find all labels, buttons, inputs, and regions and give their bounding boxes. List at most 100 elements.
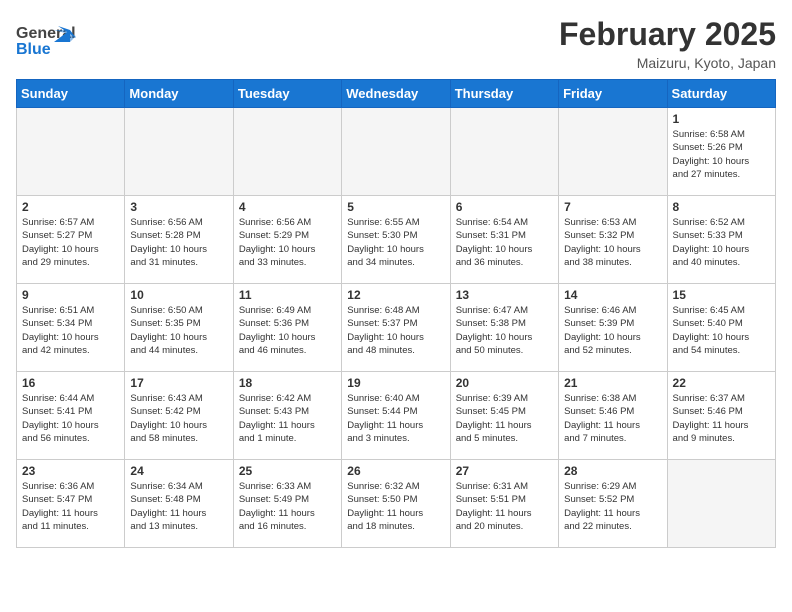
day-number: 6 [456,200,553,214]
day-number: 10 [130,288,227,302]
day-info: Sunrise: 6:55 AM Sunset: 5:30 PM Dayligh… [347,216,444,269]
logo: General Blue [16,16,76,69]
calendar-cell: 25Sunrise: 6:33 AM Sunset: 5:49 PM Dayli… [233,460,341,548]
day-info: Sunrise: 6:56 AM Sunset: 5:29 PM Dayligh… [239,216,336,269]
day-info: Sunrise: 6:56 AM Sunset: 5:28 PM Dayligh… [130,216,227,269]
weekday-header-wednesday: Wednesday [342,80,450,108]
day-number: 26 [347,464,444,478]
day-number: 20 [456,376,553,390]
page-header: General Blue February 2025 Maizuru, Kyot… [16,16,776,71]
calendar-cell: 16 Sunrise: 6:44 AM Sunset: 5:41 PM Dayli… [17,372,125,460]
weekday-header-friday: Friday [559,80,667,108]
day-number: 13 [456,288,553,302]
day-number: 22 [673,376,770,390]
calendar-cell [667,460,775,548]
calendar-cell: 10 Sunrise: 6:50 AM Sunset: 5:35 PM Dayli… [125,284,233,372]
calendar-cell: 12Sunrise: 6:48 AM Sunset: 5:37 PM Dayli… [342,284,450,372]
day-info: Sunrise: 6:47 AM Sunset: 5:38 PM Dayligh… [456,304,553,357]
day-info: Sunrise: 6:29 AM Sunset: 5:52 PM Dayligh… [564,480,661,533]
week-row-4: 16 Sunrise: 6:44 AM Sunset: 5:41 PM Dayli… [17,372,776,460]
day-number: 3 [130,200,227,214]
logo-icon: General Blue [16,16,76,64]
day-number: 9 [22,288,119,302]
day-number: 27 [456,464,553,478]
svg-text:Blue: Blue [16,41,51,58]
weekday-header-thursday: Thursday [450,80,558,108]
calendar-cell [559,108,667,196]
calendar-cell: 21Sunrise: 6:38 AM Sunset: 5:46 PM Dayli… [559,372,667,460]
calendar-cell: 7 Sunrise: 6:53 AM Sunset: 5:32 PM Daylig… [559,196,667,284]
calendar-table: SundayMondayTuesdayWednesdayThursdayFrid… [16,79,776,548]
day-info: Sunrise: 6:39 AM Sunset: 5:45 PM Dayligh… [456,392,553,445]
calendar-cell: 18 Sunrise: 6:42 AM Sunset: 5:43 PM Dayli… [233,372,341,460]
calendar-cell: 1 Sunrise: 6:58 AM Sunset: 5:26 PM Daylig… [667,108,775,196]
weekday-header-monday: Monday [125,80,233,108]
calendar-cell: 9 Sunrise: 6:51 AM Sunset: 5:34 PM Daylig… [17,284,125,372]
calendar-cell [125,108,233,196]
title-block: February 2025 Maizuru, Kyoto, Japan [559,16,776,71]
calendar-cell: 4 Sunrise: 6:56 AM Sunset: 5:29 PM Daylig… [233,196,341,284]
day-number: 18 [239,376,336,390]
calendar-cell [233,108,341,196]
day-number: 7 [564,200,661,214]
week-row-3: 9 Sunrise: 6:51 AM Sunset: 5:34 PM Daylig… [17,284,776,372]
day-info: Sunrise: 6:58 AM Sunset: 5:26 PM Dayligh… [673,128,770,181]
day-info: Sunrise: 6:50 AM Sunset: 5:35 PM Dayligh… [130,304,227,357]
day-number: 16 [22,376,119,390]
calendar-cell: 20 Sunrise: 6:39 AM Sunset: 5:45 PM Dayli… [450,372,558,460]
day-info: Sunrise: 6:36 AM Sunset: 5:47 PM Dayligh… [22,480,119,533]
calendar-cell: 28Sunrise: 6:29 AM Sunset: 5:52 PM Dayli… [559,460,667,548]
day-number: 15 [673,288,770,302]
day-info: Sunrise: 6:49 AM Sunset: 5:36 PM Dayligh… [239,304,336,357]
week-row-2: 2 Sunrise: 6:57 AM Sunset: 5:27 PM Daylig… [17,196,776,284]
day-info: Sunrise: 6:52 AM Sunset: 5:33 PM Dayligh… [673,216,770,269]
weekday-header-sunday: Sunday [17,80,125,108]
calendar-title: February 2025 [559,16,776,53]
week-row-5: 23 Sunrise: 6:36 AM Sunset: 5:47 PM Dayli… [17,460,776,548]
calendar-cell: 15Sunrise: 6:45 AM Sunset: 5:40 PM Dayli… [667,284,775,372]
day-number: 19 [347,376,444,390]
calendar-cell: 19 Sunrise: 6:40 AM Sunset: 5:44 PM Dayli… [342,372,450,460]
calendar-cell: 11 Sunrise: 6:49 AM Sunset: 5:36 PM Dayli… [233,284,341,372]
day-number: 14 [564,288,661,302]
day-number: 2 [22,200,119,214]
day-info: Sunrise: 6:53 AM Sunset: 5:32 PM Dayligh… [564,216,661,269]
calendar-subtitle: Maizuru, Kyoto, Japan [559,55,776,71]
day-info: Sunrise: 6:40 AM Sunset: 5:44 PM Dayligh… [347,392,444,445]
day-number: 8 [673,200,770,214]
day-number: 23 [22,464,119,478]
calendar-cell: 14 Sunrise: 6:46 AM Sunset: 5:39 PM Dayli… [559,284,667,372]
calendar-cell: 8 Sunrise: 6:52 AM Sunset: 5:33 PM Daylig… [667,196,775,284]
calendar-cell: 22Sunrise: 6:37 AM Sunset: 5:46 PM Dayli… [667,372,775,460]
day-number: 5 [347,200,444,214]
day-info: Sunrise: 6:38 AM Sunset: 5:46 PM Dayligh… [564,392,661,445]
calendar-cell: 27 Sunrise: 6:31 AM Sunset: 5:51 PM Dayli… [450,460,558,548]
calendar-cell [342,108,450,196]
calendar-cell: 17 Sunrise: 6:43 AM Sunset: 5:42 PM Dayli… [125,372,233,460]
weekday-header-saturday: Saturday [667,80,775,108]
calendar-cell: 23 Sunrise: 6:36 AM Sunset: 5:47 PM Dayli… [17,460,125,548]
day-info: Sunrise: 6:34 AM Sunset: 5:48 PM Dayligh… [130,480,227,533]
calendar-cell: 26Sunrise: 6:32 AM Sunset: 5:50 PM Dayli… [342,460,450,548]
calendar-cell: 3 Sunrise: 6:56 AM Sunset: 5:28 PM Daylig… [125,196,233,284]
day-info: Sunrise: 6:46 AM Sunset: 5:39 PM Dayligh… [564,304,661,357]
weekday-header-row: SundayMondayTuesdayWednesdayThursdayFrid… [17,80,776,108]
weekday-header-tuesday: Tuesday [233,80,341,108]
calendar-cell: 6Sunrise: 6:54 AM Sunset: 5:31 PM Daylig… [450,196,558,284]
day-number: 1 [673,112,770,126]
day-info: Sunrise: 6:51 AM Sunset: 5:34 PM Dayligh… [22,304,119,357]
day-info: Sunrise: 6:44 AM Sunset: 5:41 PM Dayligh… [22,392,119,445]
day-number: 12 [347,288,444,302]
calendar-cell: 2 Sunrise: 6:57 AM Sunset: 5:27 PM Daylig… [17,196,125,284]
day-number: 11 [239,288,336,302]
day-number: 17 [130,376,227,390]
day-info: Sunrise: 6:31 AM Sunset: 5:51 PM Dayligh… [456,480,553,533]
calendar-cell [450,108,558,196]
day-info: Sunrise: 6:43 AM Sunset: 5:42 PM Dayligh… [130,392,227,445]
calendar-cell: 5 Sunrise: 6:55 AM Sunset: 5:30 PM Daylig… [342,196,450,284]
day-info: Sunrise: 6:42 AM Sunset: 5:43 PM Dayligh… [239,392,336,445]
calendar-cell: 24Sunrise: 6:34 AM Sunset: 5:48 PM Dayli… [125,460,233,548]
week-row-1: 1 Sunrise: 6:58 AM Sunset: 5:26 PM Daylig… [17,108,776,196]
day-info: Sunrise: 6:57 AM Sunset: 5:27 PM Dayligh… [22,216,119,269]
day-number: 4 [239,200,336,214]
